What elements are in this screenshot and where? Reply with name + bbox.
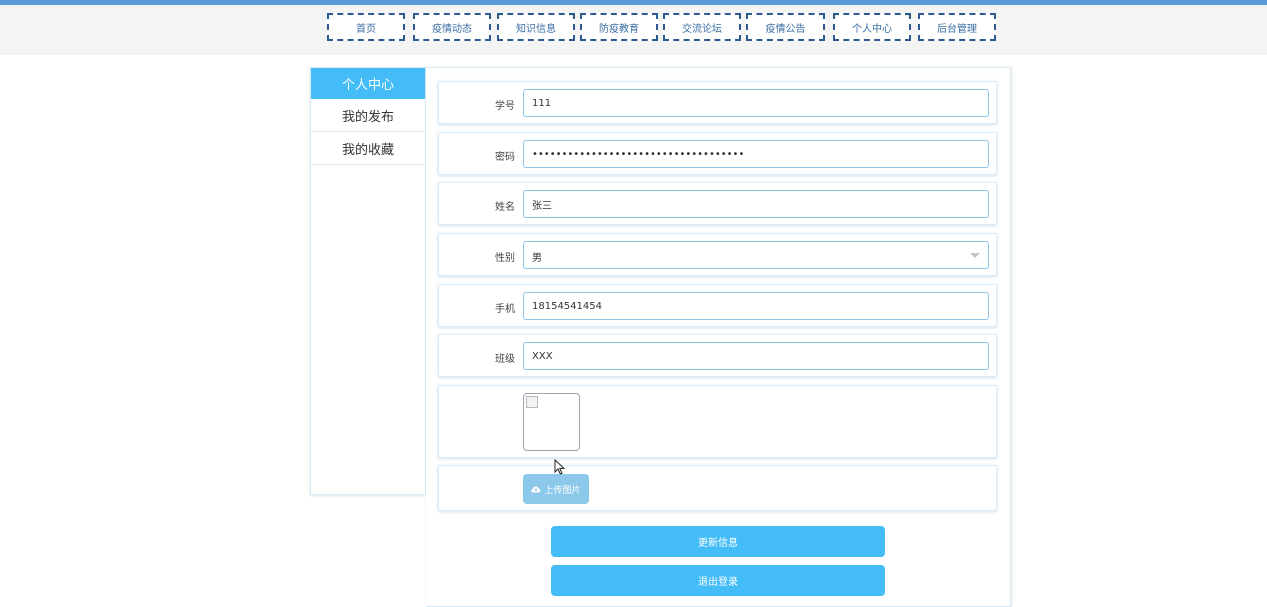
- nav-epidemic-news[interactable]: 疫情动态: [413, 13, 491, 41]
- name-label: 姓名: [495, 202, 515, 213]
- chevron-down-icon: [970, 253, 980, 258]
- nav-education[interactable]: 防疫教育: [580, 13, 658, 41]
- password-input[interactable]: [523, 140, 989, 168]
- cloud-upload-icon: [531, 486, 541, 493]
- upload-image-button[interactable]: 上传图片: [523, 474, 589, 504]
- gender-label: 性别: [495, 253, 515, 264]
- mouse-cursor-icon: [554, 459, 565, 475]
- upload-image-label: 上传图片: [544, 485, 581, 496]
- nav-admin[interactable]: 后台管理: [918, 13, 996, 41]
- sidebar-item-my-posts[interactable]: 我的发布: [311, 99, 425, 132]
- nav-knowledge[interactable]: 知识信息: [497, 13, 575, 41]
- gender-row: 性别 男: [438, 233, 997, 276]
- password-label: 密码: [495, 152, 515, 163]
- phone-row: 手机: [438, 284, 997, 327]
- sidebar: 个人中心 我的发布 我的收藏: [310, 67, 426, 495]
- nav-announcement[interactable]: 疫情公告: [746, 13, 825, 41]
- password-row: 密码: [438, 132, 997, 175]
- sidebar-item-favorites[interactable]: 我的收藏: [311, 132, 425, 165]
- nav-personal-center[interactable]: 个人中心: [833, 13, 911, 41]
- update-info-button[interactable]: 更新信息: [551, 526, 885, 557]
- sidebar-title[interactable]: 个人中心: [311, 68, 425, 99]
- broken-image-icon: [526, 396, 538, 408]
- gender-value: 男: [532, 253, 542, 264]
- nav-home[interactable]: 首页: [327, 13, 405, 41]
- class-label: 班级: [495, 354, 515, 365]
- phone-label: 手机: [495, 304, 515, 315]
- student-id-label: 学号: [495, 101, 515, 112]
- avatar-image[interactable]: [523, 393, 580, 451]
- logout-button[interactable]: 退出登录: [551, 565, 885, 596]
- name-row: 姓名: [438, 182, 997, 225]
- phone-input[interactable]: [523, 292, 989, 320]
- student-id-input[interactable]: [523, 89, 989, 117]
- student-id-row: 学号: [438, 81, 997, 124]
- gender-select[interactable]: 男: [523, 241, 989, 269]
- avatar-row: [438, 385, 997, 458]
- name-input[interactable]: [523, 190, 989, 218]
- nav-forum[interactable]: 交流论坛: [663, 13, 741, 41]
- upload-row: 上传图片: [438, 465, 997, 511]
- class-input[interactable]: [523, 342, 989, 370]
- class-row: 班级: [438, 334, 997, 377]
